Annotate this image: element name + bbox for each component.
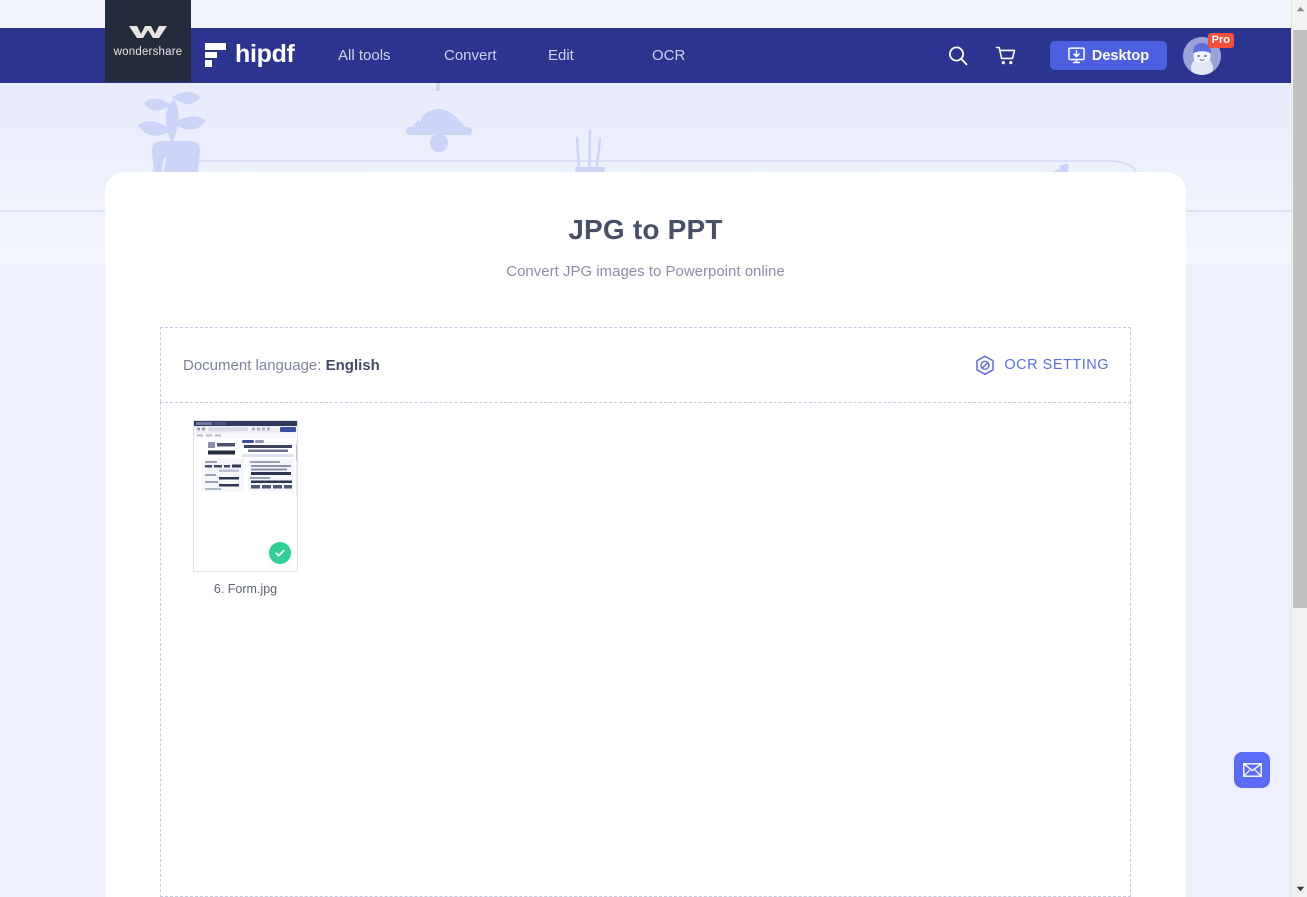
download-monitor-icon — [1068, 47, 1085, 64]
scroll-down-arrow-icon[interactable] — [1292, 880, 1307, 897]
file-thumbnail[interactable] — [193, 420, 298, 572]
pro-badge: Pro — [1207, 32, 1234, 48]
header-actions: Desktop Pro — [935, 28, 1234, 83]
nav-item-ocr[interactable]: OCR — [652, 47, 712, 64]
scroll-up-glyph — [1296, 6, 1304, 11]
top-strip — [0, 0, 1291, 28]
wondershare-logo-badge[interactable]: wondershare — [105, 0, 191, 82]
main-nav: All tools Convert Edit OCR — [338, 28, 712, 83]
search-glyph — [949, 46, 968, 65]
ocr-hexagon-icon — [976, 355, 995, 375]
file-preview-image — [194, 421, 297, 497]
document-language-label: Document language: — [183, 356, 322, 374]
ocr-setting-label: OCR SETTING — [1004, 357, 1109, 373]
ocr-settings-bar: Document language: English OCR SETTING — [160, 327, 1131, 402]
nav-item-edit[interactable]: Edit — [548, 47, 652, 64]
scrollbar-thumb[interactable] — [1293, 30, 1307, 608]
wondershare-label: wondershare — [113, 46, 183, 58]
nav-item-convert[interactable]: Convert — [444, 47, 548, 64]
ocr-setting-button[interactable]: OCR SETTING — [975, 355, 1109, 376]
page-root: wondershare hipdf All tools Convert Edit… — [0, 0, 1307, 897]
desktop-button-label: Desktop — [1091, 47, 1150, 64]
avatar[interactable]: Pro — [1183, 32, 1234, 75]
file-name: 6. Form.jpg — [213, 582, 278, 596]
main-card: JPG to PPT Convert JPG images to Powerpo… — [105, 172, 1186, 897]
search-icon[interactable] — [935, 36, 981, 76]
contact-mail-button[interactable] — [1234, 752, 1270, 788]
cart-icon[interactable] — [983, 36, 1029, 76]
page-scrollbar[interactable] — [1291, 0, 1307, 897]
check-glyph — [275, 549, 285, 557]
wondershare-w-icon — [129, 26, 167, 38]
document-language-value: English — [325, 356, 380, 374]
hipdf-brand[interactable]: hipdf — [205, 40, 295, 69]
envelope-icon — [1242, 763, 1262, 777]
document-language[interactable]: Document language: English — [183, 357, 380, 374]
cart-glyph — [995, 46, 1016, 64]
file-ready-check-icon — [269, 542, 291, 564]
scroll-up-arrow-icon[interactable] — [1292, 0, 1307, 17]
scroll-down-glyph — [1296, 886, 1304, 891]
page-subtitle: Convert JPG images to Powerpoint online — [506, 263, 785, 280]
file-drop-area[interactable]: 6. Form.jpg Add File — [160, 402, 1131, 897]
hipdf-brand-text: hipdf — [235, 40, 295, 68]
file-item[interactable]: 6. Form.jpg — [193, 420, 298, 596]
hipdf-logo-icon — [205, 42, 226, 67]
desktop-button[interactable]: Desktop — [1050, 41, 1167, 70]
nav-item-all-tools[interactable]: All tools — [338, 47, 444, 64]
page-title: JPG to PPT — [568, 214, 723, 245]
